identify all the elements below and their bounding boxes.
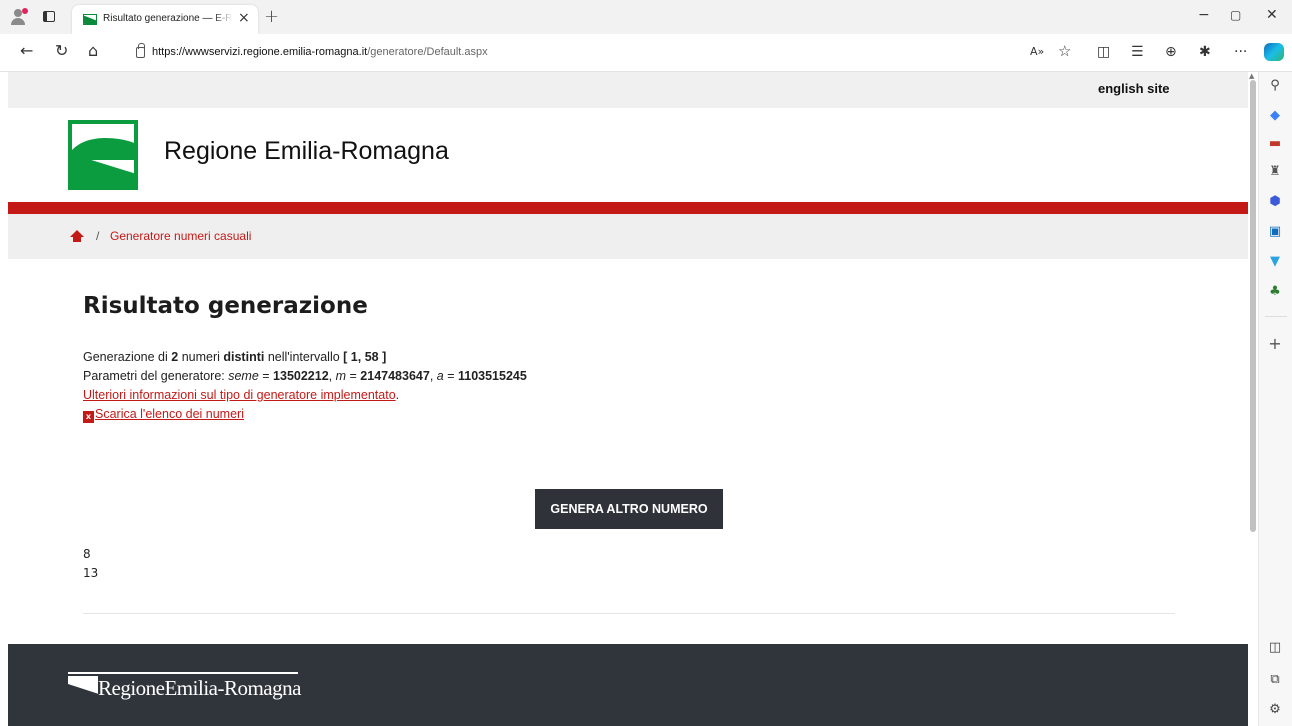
minimize-button[interactable]: − xyxy=(1198,7,1210,23)
excel-file-icon[interactable]: x xyxy=(83,411,94,423)
top-utility-bar: english site xyxy=(8,72,1248,108)
more-info-link[interactable]: Ulteriori informazioni sul tipo di gener… xyxy=(83,388,396,402)
page-title: Risultato generazione xyxy=(83,293,368,319)
collections-icon[interactable]: ⊕ xyxy=(1165,44,1177,60)
search-icon[interactable]: ⚲ xyxy=(1267,78,1283,94)
tab-close-icon[interactable]: × xyxy=(238,10,250,26)
back-arrow-icon[interactable]: ← xyxy=(20,43,33,59)
read-aloud-icon[interactable]: A» xyxy=(1030,44,1044,60)
home-icon[interactable] xyxy=(70,230,84,242)
url-field[interactable]: https://wwwservizi.regione.emilia-romagn… xyxy=(118,39,1086,67)
tag-icon[interactable]: ◆ xyxy=(1267,108,1283,124)
site-footer: RegioneEmilia-Romagna xyxy=(8,644,1248,726)
english-site-link[interactable]: english site xyxy=(1098,81,1170,96)
regione-logo-icon[interactable] xyxy=(68,120,138,190)
settings-gear-icon[interactable]: ⚙ xyxy=(1267,702,1283,718)
sidebar-panel-icon[interactable]: ◫ xyxy=(1267,640,1283,656)
breadcrumb: / Generatore numeri casuali xyxy=(8,214,1248,259)
footer-flag-icon xyxy=(68,676,98,698)
browser-tab-active[interactable]: Risultato generazione — E-R Il p × xyxy=(72,5,258,34)
close-window-button[interactable]: ✕ xyxy=(1266,7,1278,23)
breadcrumb-link-generatore[interactable]: Generatore numeri casuali xyxy=(110,229,251,243)
page-viewport: english site Regione Emilia-Romagna / Ge… xyxy=(8,72,1248,726)
regione-favicon-icon xyxy=(83,14,97,25)
download-list-link[interactable]: Scarica l'elenco dei numeri xyxy=(95,407,244,421)
games-icon[interactable]: ♜ xyxy=(1267,164,1283,180)
site-title[interactable]: Regione Emilia-Romagna xyxy=(164,137,449,166)
external-link-icon[interactable]: ⧉ xyxy=(1267,672,1283,688)
result-number: 8 xyxy=(83,547,91,561)
download-line: x Scarica l'elenco dei numeri xyxy=(83,407,244,423)
add-sidebar-icon[interactable]: + xyxy=(1267,336,1283,352)
briefcase-icon[interactable]: ▬ xyxy=(1267,136,1283,152)
sidebar-divider xyxy=(1265,316,1287,317)
extensions-icon[interactable]: ✱ xyxy=(1199,44,1211,60)
browser-tab-bar: Risultato generazione — E-R Il p × + − ▢… xyxy=(0,0,1292,34)
split-screen-icon[interactable]: ◫ xyxy=(1097,44,1110,60)
generate-again-button[interactable]: GENERA ALTRO NUMERO xyxy=(535,489,723,529)
page-scrollbar[interactable]: ▲ xyxy=(1248,72,1258,726)
site-header: Regione Emilia-Romagna xyxy=(8,108,1248,202)
new-tab-button[interactable]: + xyxy=(264,6,279,27)
maximize-button[interactable]: ▢ xyxy=(1230,8,1241,22)
office-icon[interactable]: ⬢ xyxy=(1267,194,1283,210)
favorites-bar-icon[interactable]: ☰ xyxy=(1131,44,1144,60)
generator-parameters: Parametri del generatore: seme = 1350221… xyxy=(83,369,527,383)
more-menu-icon[interactable]: ··· xyxy=(1234,44,1247,60)
tab-title: Risultato generazione — E-R Il p xyxy=(103,13,233,24)
address-bar: ← ↻ ⌂ https://wwwservizi.regione.emilia-… xyxy=(0,34,1292,72)
outlook-icon[interactable]: ▣ xyxy=(1267,224,1283,240)
favorite-star-icon[interactable]: ☆ xyxy=(1058,43,1071,59)
header-accent-bar xyxy=(8,202,1248,214)
breadcrumb-separator: / xyxy=(96,229,100,243)
content-divider xyxy=(83,613,1175,614)
tree-icon[interactable]: ♣ xyxy=(1267,284,1283,300)
more-info-line: Ulteriori informazioni sul tipo di gener… xyxy=(83,388,400,402)
reload-icon[interactable]: ↻ xyxy=(55,43,68,59)
url-text: https://wwwservizi.regione.emilia-romagn… xyxy=(152,46,488,58)
home-button-icon[interactable]: ⌂ xyxy=(88,43,98,59)
profile-icon[interactable] xyxy=(10,8,28,25)
result-number: 13 xyxy=(83,566,99,580)
generation-summary: Generazione di 2 numeri distinti nell'in… xyxy=(83,350,387,364)
scrollbar-thumb[interactable] xyxy=(1250,80,1256,532)
edge-sidebar: ⚲ ◆ ▬ ♜ ⬢ ▣ ▼ ♣ + ◫ ⧉ ⚙ xyxy=(1258,72,1292,726)
tab-actions-icon[interactable] xyxy=(43,11,55,22)
scroll-up-icon[interactable]: ▲ xyxy=(1249,72,1254,80)
copilot-icon[interactable] xyxy=(1264,43,1284,61)
footer-brand-text: RegioneEmilia-Romagna xyxy=(98,676,301,700)
lock-icon[interactable] xyxy=(136,43,145,58)
drop-icon[interactable]: ▼ xyxy=(1267,254,1283,270)
